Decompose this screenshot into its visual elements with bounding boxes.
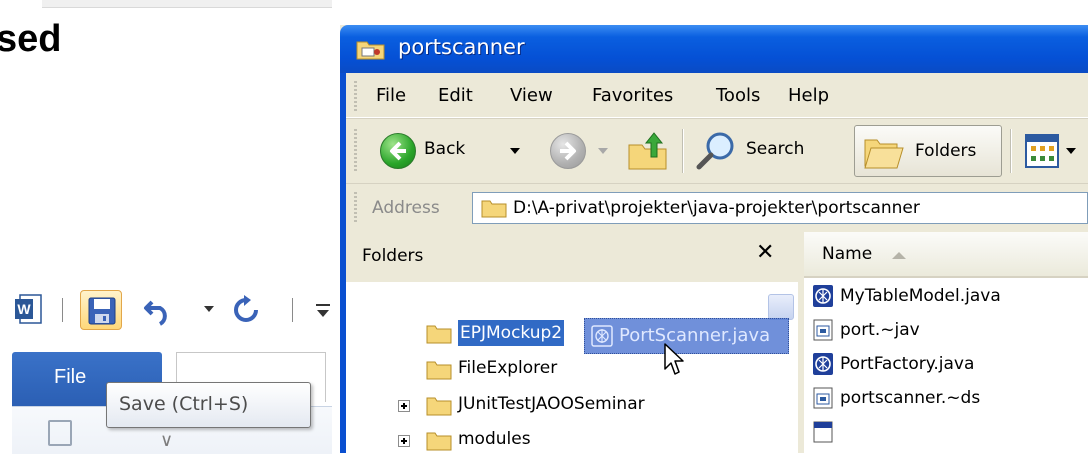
mouse-cursor-icon	[664, 343, 684, 375]
back-button[interactable]	[380, 133, 416, 169]
standard-toolbar: Back Search Folders	[346, 118, 1088, 184]
word-logo-icon[interactable]: W	[14, 294, 42, 324]
folders-label: Folders	[915, 141, 977, 161]
forward-arrow-icon	[560, 141, 576, 161]
expand-icon[interactable]	[398, 400, 410, 412]
menu-edit[interactable]: Edit	[438, 85, 473, 106]
folder-icon	[481, 200, 507, 218]
menu-favorites[interactable]: Favorites	[592, 85, 673, 106]
folders-icon	[864, 139, 904, 169]
java-file-icon	[813, 285, 833, 307]
folder-icon	[356, 41, 385, 60]
files-pane: Name MyTableModel.java port.~jav PortFac…	[804, 232, 1088, 453]
address-label: Address	[372, 198, 440, 218]
folders-button[interactable]: Folders	[854, 125, 1002, 177]
save-tooltip: Save (Ctrl+S)	[106, 382, 311, 428]
tree-item-label: EPJMockup2	[458, 320, 565, 346]
chevron-down-icon[interactable]: ∨	[160, 430, 173, 451]
menu-view[interactable]: View	[510, 85, 553, 106]
save-icon	[88, 297, 116, 325]
title-bar[interactable]: portscanner	[340, 25, 1088, 73]
toolbar-separator	[292, 298, 293, 322]
top-strip	[42, 0, 332, 8]
tree-item-label: modules	[458, 429, 531, 449]
scroll-up-button[interactable]	[768, 294, 794, 320]
toolbar-separator	[62, 298, 63, 322]
forward-dropdown-icon[interactable]	[598, 148, 608, 154]
folder-icon	[426, 325, 452, 344]
tree-item-label: JUnitTestJAOOSeminar	[458, 394, 645, 414]
java-file-icon	[591, 325, 613, 347]
svg-text:W: W	[17, 301, 31, 317]
undo-icon[interactable]	[142, 294, 174, 326]
file-name: port.~jav	[840, 320, 920, 340]
back-arrow-icon	[390, 141, 406, 161]
back-dropdown-icon[interactable]	[510, 148, 520, 154]
toolbar-grip[interactable]	[354, 81, 357, 111]
column-header-label: Name	[822, 244, 873, 264]
views-icon[interactable]	[1022, 131, 1062, 171]
drag-label: PortScanner.java	[619, 325, 771, 346]
folder-icon	[426, 432, 452, 451]
views-dropdown-icon[interactable]	[1066, 148, 1076, 154]
search-label[interactable]: Search	[746, 139, 804, 159]
sort-ascending-icon	[892, 252, 906, 259]
undo-dropdown-icon[interactable]	[202, 302, 216, 316]
menu-bar: File Edit View Favorites Tools Help	[346, 73, 1088, 118]
column-header-name[interactable]: Name	[804, 232, 1088, 278]
tooltip-text: Save (Ctrl+S)	[119, 393, 249, 415]
folders-pane-title: Folders	[362, 246, 424, 266]
redo-icon[interactable]	[230, 294, 262, 326]
file-icon	[813, 421, 833, 443]
search-icon[interactable]	[694, 129, 738, 173]
folder-icon	[426, 397, 452, 416]
window-title: portscanner	[398, 35, 525, 59]
toolbar-grip[interactable]	[354, 129, 357, 173]
menu-file[interactable]: File	[376, 85, 406, 106]
quick-access-toolbar: W	[12, 290, 332, 348]
tree-item-label: FileExplorer	[458, 358, 558, 378]
address-value: D:\A-privat\projekter\java-projekter\por…	[513, 198, 920, 218]
save-button[interactable]	[80, 290, 122, 330]
file-name: portscanner.~ds	[840, 388, 981, 408]
backup-file-icon	[813, 387, 833, 409]
forward-button[interactable]	[550, 133, 586, 169]
explorer-window: portscanner File Edit View Favorites Too…	[340, 25, 1088, 453]
toolbar-grip[interactable]	[354, 192, 357, 222]
file-tab-label: File	[54, 366, 87, 388]
customize-icon[interactable]	[314, 298, 332, 324]
toolbar-separator	[682, 129, 684, 173]
slide-text: sed	[0, 18, 62, 60]
file-name: MyTableModel.java	[840, 286, 1001, 306]
file-name: PortFactory.java	[840, 354, 975, 374]
close-icon[interactable]: ✕	[756, 240, 774, 265]
java-file-icon	[813, 353, 833, 375]
backup-file-icon	[813, 319, 833, 341]
back-label[interactable]: Back	[424, 139, 465, 159]
expand-icon[interactable]	[398, 435, 410, 447]
clipboard-icon[interactable]	[48, 420, 72, 446]
address-bar: Address D:\A-privat\projekter\java-proje…	[346, 183, 1088, 232]
up-folder-icon[interactable]	[626, 129, 670, 173]
menu-help[interactable]: Help	[788, 85, 829, 106]
folders-pane-header: Folders ✕	[346, 232, 798, 283]
address-field[interactable]: D:\A-privat\projekter\java-projekter\por…	[472, 192, 1088, 224]
folder-icon	[426, 361, 452, 380]
menu-tools[interactable]: Tools	[716, 85, 760, 106]
toolbar-separator	[1010, 129, 1012, 173]
